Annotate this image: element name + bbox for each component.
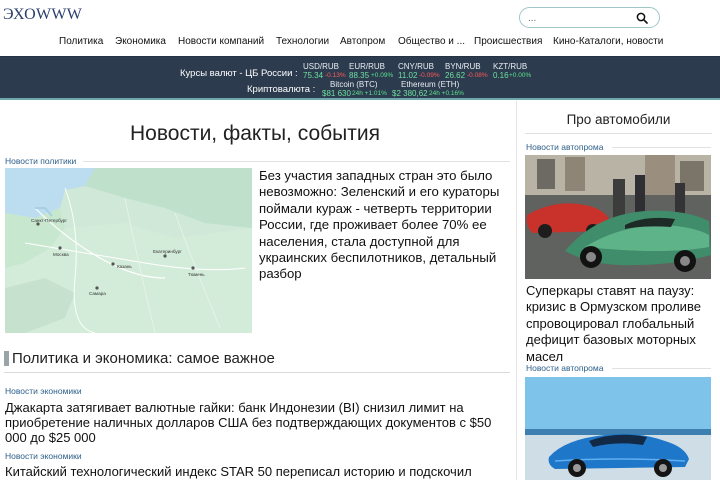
category-rule — [612, 368, 711, 369]
map-image: Санкт-Петербург Москва Казань Екатеринбу… — [5, 168, 252, 333]
rates-label: Курсы валют - ЦБ России : — [180, 68, 298, 79]
crypto-value: $2 380,62 — [392, 89, 428, 98]
rate-code: KZT/RUB — [493, 62, 528, 71]
lead-category-link[interactable]: Новости политики — [5, 156, 76, 166]
search-icon[interactable] — [636, 12, 648, 24]
rate-code: USD/RUB — [303, 62, 340, 71]
crypto-change: 24h +1.01% — [352, 90, 387, 97]
rate-change: -0.09% — [419, 72, 440, 79]
rate-change: +0.09% — [371, 72, 394, 79]
rate-value: 88.35 — [349, 71, 370, 80]
nav-item-technology[interactable]: Технологии — [276, 36, 329, 47]
crypto-change: 24h +0.16% — [429, 90, 464, 97]
rate-code: BYN/RUB — [445, 62, 481, 71]
supercars-image[interactable] — [525, 155, 711, 279]
lead-headline[interactable]: Без участия западных стран это было нево… — [259, 168, 509, 283]
nav-item-politics[interactable]: Политика — [59, 36, 103, 47]
article-headline[interactable]: Джакарта затягивает валютные гайки: банк… — [5, 400, 505, 445]
crypto-code: Bitcoin (BTC) — [330, 80, 378, 89]
lead-map-image[interactable]: Санкт-Петербург Москва Казань Екатеринбу… — [5, 168, 252, 333]
sidebar-headline[interactable]: Суперкары ставят на паузу: кризис в Орму… — [526, 283, 716, 365]
rate-code: CNY/RUB — [398, 62, 435, 71]
sidebar-title: Про автомобили — [566, 112, 671, 127]
currency-ticker: Курсы валют - ЦБ России : Криптовалюта :… — [0, 56, 720, 100]
map-label-moscow: Москва — [53, 252, 69, 257]
sidebar-category-link[interactable]: Новости автопрома — [526, 363, 603, 373]
nav-item-economy[interactable]: Экономика — [115, 36, 166, 47]
map-label-kazan: Казань — [117, 264, 132, 269]
blue-car-image[interactable] — [525, 377, 711, 480]
site-header: ЭХОWWW Политика Экономика Новости компан… — [0, 0, 720, 56]
supercars-photo — [525, 155, 711, 279]
rate-change: -0.08% — [467, 72, 488, 79]
article-headline[interactable]: Китайский технологический индекс STAR 50… — [5, 464, 505, 479]
sidebar-category-link[interactable]: Новости автопрома — [526, 142, 603, 152]
map-label-ekaterinburg: Екатеринбург — [153, 249, 182, 254]
nav-item-company-news[interactable]: Новости компаний — [178, 36, 264, 47]
main-nav: Политика Экономика Новости компаний Техн… — [0, 34, 720, 50]
search-input[interactable] — [528, 11, 628, 25]
rate-value: 75.34 — [303, 71, 324, 80]
page-title: Новости, факты, события — [130, 122, 380, 145]
nav-item-cinema[interactable]: Кино-Каталоги, новости — [553, 36, 663, 47]
section-marker — [4, 351, 9, 366]
article-category-link[interactable]: Новости экономики — [5, 386, 82, 396]
section-title: Политика и экономика: самое важное — [12, 350, 275, 367]
rate-value: 0.16 — [493, 71, 509, 80]
column-divider — [516, 101, 517, 480]
rate-value: 26.62 — [445, 71, 466, 80]
nav-item-incidents[interactable]: Происшествия — [474, 36, 542, 47]
category-rule — [612, 147, 711, 148]
blue-car-photo — [525, 377, 711, 480]
search-box[interactable] — [519, 7, 660, 28]
map-label-samara: Самара — [89, 291, 106, 296]
map-label-tyumen: Тюмень — [188, 272, 205, 277]
nav-item-society[interactable]: Общество и ... — [398, 36, 465, 47]
category-rule — [83, 161, 510, 162]
site-logo[interactable]: ЭХОWWW — [3, 6, 82, 24]
crypto-code: Ethereum (ETH) — [401, 80, 460, 89]
article-category-link[interactable]: Новости экономики — [5, 451, 82, 461]
rate-change: -0.13% — [325, 72, 346, 79]
sidebar-rule — [525, 133, 712, 134]
rate-code: EUR/RUB — [349, 62, 386, 71]
section-rule — [4, 372, 510, 373]
rate-value: 11.02 — [398, 71, 418, 80]
crypto-value: $81 630 — [322, 89, 351, 98]
rate-change: +0.00% — [509, 72, 532, 79]
crypto-label: Криптовалюта : — [247, 84, 316, 95]
nav-item-auto[interactable]: Автопром — [340, 36, 385, 47]
map-label-spb: Санкт-Петербург — [31, 218, 67, 223]
